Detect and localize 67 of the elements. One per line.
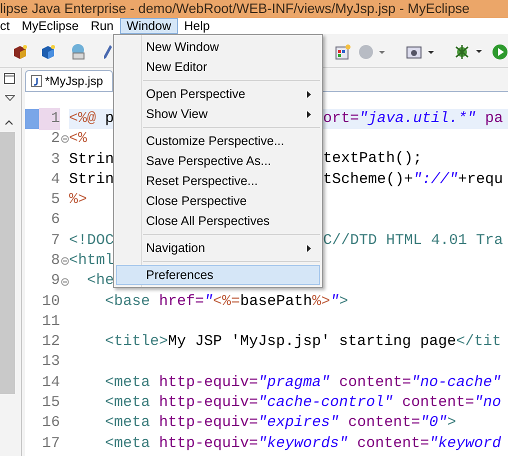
menu-item[interactable]: Save Perspective As... — [116, 151, 320, 171]
code-text: <meta http-equiv="keywords" content="keyword — [104, 434, 502, 454]
fold-icon[interactable] — [60, 135, 68, 144]
line-number: 10 — [40, 292, 60, 312]
code-text: <meta http-equiv="cache-control" content="no — [104, 393, 502, 414]
code-text: <html — [69, 250, 114, 271]
code-text: <he — [86, 271, 114, 292]
menu-bar-item[interactable]: MyEclipse — [16, 18, 85, 34]
code-text: <base href="<%=basePath%>"> — [104, 292, 348, 312]
fold-icon[interactable] — [60, 278, 68, 286]
line-number: 8 — [50, 250, 60, 271]
code-text: <title>My JSP 'MyJsp.jsp' starting page</tit — [104, 332, 502, 352]
line-number: 6 — [50, 210, 60, 230]
cube-icon[interactable] — [12, 44, 28, 60]
line-number: 2 — [50, 129, 60, 150]
run-icon[interactable] — [492, 44, 508, 60]
code-text: tScheme()+"://"+requ — [323, 170, 504, 190]
code-text: <meta http-equiv="pragma" content="no-cache" — [104, 372, 502, 393]
scrollbar-thumb[interactable] — [0, 132, 15, 394]
bug-dropdown-icon[interactable] — [454, 43, 484, 60]
line-number: 4 — [50, 170, 60, 190]
menu-item[interactable]: Reset Perspective... — [116, 171, 320, 191]
menu-item[interactable]: Close Perspective — [116, 191, 320, 211]
grid-icon[interactable] — [335, 44, 351, 60]
restore-icon[interactable] — [4, 73, 15, 84]
menu-item[interactable]: Open Perspective — [116, 84, 320, 104]
code-text: Strin — [69, 150, 114, 170]
line-number: 12 — [40, 332, 60, 352]
code-text: <!DOC — [69, 230, 114, 251]
code-text: <meta http-equiv="expires" content="0"> — [104, 413, 456, 434]
code-text: textPath(); — [323, 149, 422, 170]
menu-bar-item[interactable]: ct — [0, 18, 16, 34]
line-number: 17 — [40, 434, 60, 454]
line-number: 14 — [40, 372, 60, 393]
menu-item[interactable]: New Window — [116, 37, 320, 57]
code-text: <% — [69, 129, 88, 150]
menu-item[interactable]: Show View — [116, 104, 320, 124]
menu-bar-item[interactable]: Run — [84, 18, 120, 34]
line-number: 9 — [50, 271, 60, 292]
line-number: 1 — [39, 108, 60, 130]
line-number: 5 — [50, 190, 60, 210]
camera-dropdown-icon[interactable] — [406, 44, 436, 60]
menu-item[interactable]: Navigation — [116, 238, 320, 258]
fold-icon[interactable] — [60, 257, 68, 266]
menu-bar-item[interactable]: Window — [120, 18, 178, 34]
code-text: Strin — [69, 170, 114, 190]
menu-item[interactable]: Customize Perspective... — [116, 131, 320, 151]
code-text: C//DTD HTML 4.01 Tra — [323, 230, 504, 251]
editor-tab[interactable]: *MyJsp.jsp — [25, 70, 113, 91]
menu-item[interactable]: Close All Perspectives — [116, 211, 320, 231]
line-number: 13 — [40, 352, 60, 372]
menu-item[interactable]: New Editor — [116, 57, 320, 77]
scroll-up-icon[interactable] — [5, 120, 13, 125]
code-text: %> — [69, 190, 88, 210]
jsp-file-icon — [31, 75, 42, 87]
window-title: lipse Java Enterprise - demo/WebRoot/WEB-INF/views/MyJsp.jsp - MyEclipse — [0, 0, 470, 18]
line-number: 16 — [40, 413, 60, 434]
line-number: 15 — [40, 393, 60, 414]
line-number: 7 — [50, 230, 60, 251]
menu-bar-item[interactable]: Help — [178, 18, 216, 34]
menu-item[interactable]: Preferences — [116, 265, 320, 285]
line-number: 3 — [50, 150, 60, 170]
view-menu-icon[interactable] — [5, 95, 15, 101]
line-number: 11 — [40, 312, 60, 332]
code-text: ort="java.util.*" pa — [323, 108, 504, 129]
cube-icon[interactable] — [40, 44, 56, 60]
code-text: <%@ p — [69, 108, 114, 129]
